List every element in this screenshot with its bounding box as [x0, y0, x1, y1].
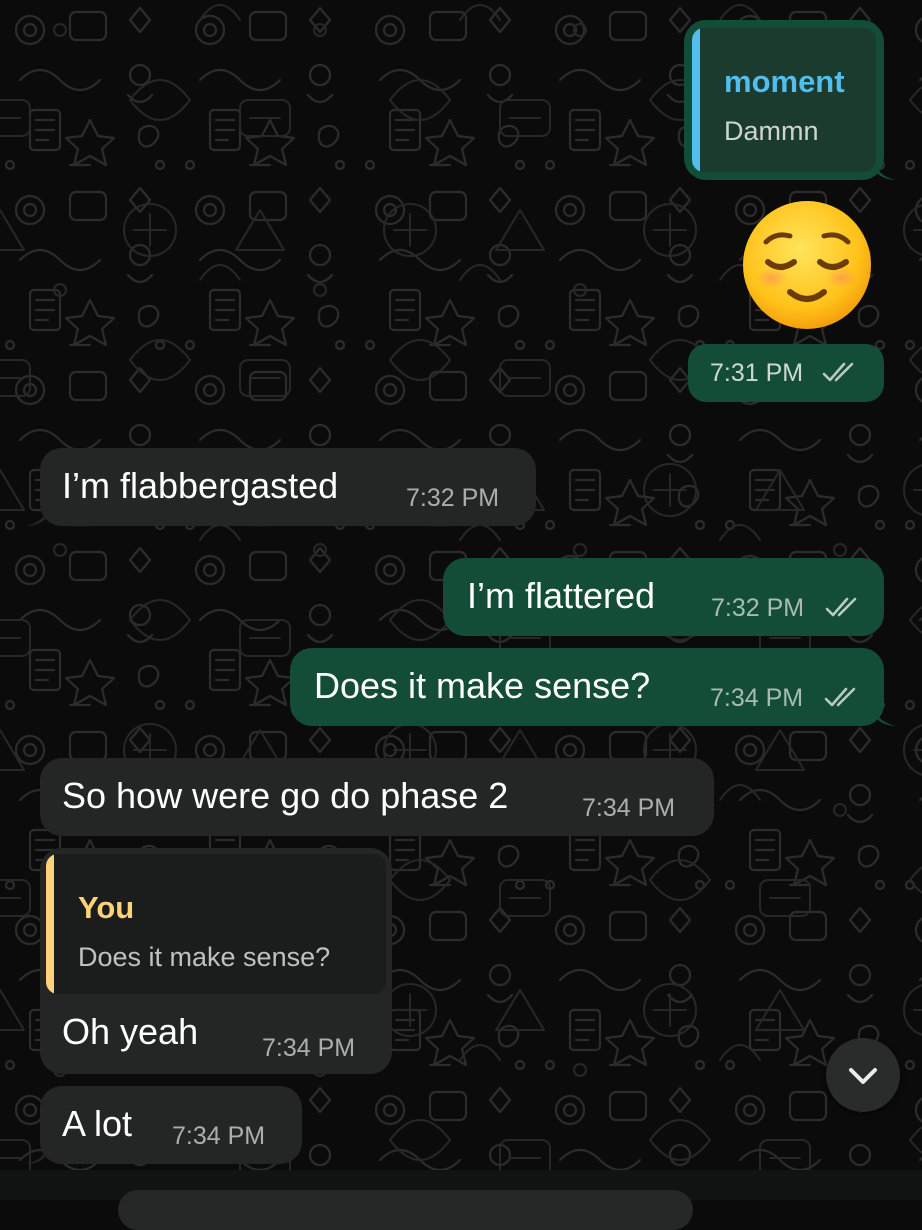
- message-time: 7:34 PM: [172, 1122, 266, 1150]
- double-check-icon: [825, 597, 857, 617]
- message-bubble-outgoing[interactable]: moment Dammn: [684, 20, 884, 180]
- message-time: 7:34 PM: [262, 1034, 356, 1062]
- message-time: 7:34 PM: [710, 684, 804, 712]
- message-text: I’m flabbergasted: [62, 465, 339, 506]
- quote-text: Dammn: [724, 116, 819, 146]
- bubble-tail: [26, 1146, 48, 1164]
- message-bubble-incoming[interactable]: A lot 7:34 PM: [40, 1086, 302, 1164]
- message-time: 7:31 PM: [710, 359, 804, 387]
- quote-sender-name: You: [78, 890, 135, 925]
- message-bubble-outgoing[interactable]: Does it make sense? 7:34 PM: [290, 648, 884, 726]
- quoted-message[interactable]: moment Dammn: [692, 28, 876, 172]
- message-text: A lot: [62, 1103, 133, 1144]
- message-time: 7:32 PM: [406, 484, 500, 512]
- bubble-tail: [26, 508, 48, 526]
- bubble-tail: [874, 708, 896, 726]
- message-text: Does it make sense?: [314, 665, 651, 706]
- message-time: 7:34 PM: [582, 794, 676, 822]
- relieved-face-emoji: [743, 201, 871, 329]
- message-timestamp-pill: 7:31 PM: [688, 344, 884, 402]
- message-text: I’m flattered: [467, 575, 656, 616]
- chevron-down-icon: [849, 1068, 877, 1084]
- quote-accent-bar: [46, 854, 54, 994]
- quoted-message[interactable]: You Does it make sense?: [46, 854, 386, 994]
- scroll-to-bottom-button[interactable]: [826, 1038, 900, 1112]
- message-text: Oh yeah: [62, 1011, 199, 1052]
- message-time: 7:32 PM: [711, 594, 805, 622]
- chat-area[interactable]: moment Dammn 7:31 PM I’m flabbergasted 7…: [0, 0, 922, 1170]
- quote-accent-bar: [692, 28, 700, 172]
- message-bubble-incoming[interactable]: I’m flabbergasted 7:32 PM: [40, 448, 536, 526]
- message-bubble-outgoing[interactable]: I’m flattered 7:32 PM: [443, 558, 884, 636]
- message-bubble-incoming[interactable]: You Does it make sense? Oh yeah 7:34 PM: [40, 848, 392, 1074]
- message-bubble-incoming[interactable]: So how were go do phase 2 7:34 PM: [40, 758, 714, 836]
- message-text: So how were go do phase 2: [62, 775, 509, 816]
- bubble-tail: [874, 162, 896, 180]
- double-check-icon: [822, 362, 854, 382]
- double-check-icon: [824, 687, 856, 707]
- quote-text: Does it make sense?: [78, 942, 331, 972]
- message-input[interactable]: [118, 1190, 693, 1230]
- quote-sender-name: moment: [724, 64, 845, 99]
